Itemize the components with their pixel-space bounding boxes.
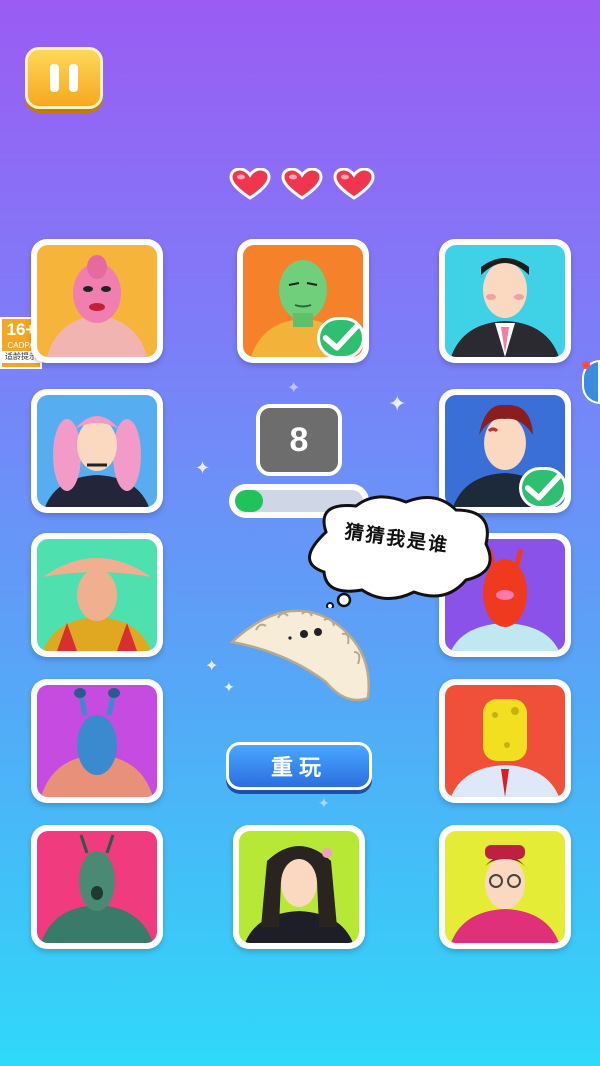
pause-icon-bar — [69, 64, 78, 92]
character-card-suit-man[interactable] — [439, 239, 571, 363]
progress-fill — [235, 490, 264, 512]
correct-check-badge — [317, 317, 365, 359]
question-counter: 8 — [256, 404, 342, 476]
character-card-snail-man[interactable] — [31, 679, 163, 803]
check-icon — [524, 474, 562, 501]
check-icon — [322, 324, 360, 351]
character-portrait — [445, 685, 565, 797]
character-card-green-bald-man[interactable] — [237, 239, 369, 363]
character-portrait — [37, 395, 157, 507]
character-portrait — [37, 539, 157, 651]
pause-button[interactable] — [25, 47, 103, 109]
character-portrait — [37, 831, 157, 943]
character-card-wide-head-man[interactable] — [31, 533, 163, 657]
character-portrait — [445, 245, 565, 357]
character-card-pink-hair-guy[interactable] — [31, 239, 163, 363]
character-card-long-hair-man[interactable] — [233, 825, 365, 949]
heart-icon — [229, 168, 271, 200]
sparkle-decoration: ✦ — [287, 378, 301, 397]
character-card-antenna-man[interactable] — [31, 825, 163, 949]
correct-check-badge — [519, 467, 567, 509]
sparkle-decoration: ✦ — [205, 656, 219, 675]
character-card-yellow-sponge-man[interactable] — [439, 679, 571, 803]
heart-icon — [333, 168, 375, 200]
sparkle-decoration: ✦ — [195, 458, 211, 479]
heart-icon — [281, 168, 323, 200]
character-card-pink-braids-man[interactable] — [31, 389, 163, 513]
dumpling-character — [229, 609, 370, 702]
character-portrait — [445, 831, 565, 943]
replay-button[interactable]: 重玩 — [226, 742, 372, 790]
character-card-glasses-man[interactable] — [439, 825, 571, 949]
character-portrait — [239, 831, 359, 943]
character-portrait — [37, 685, 157, 797]
sparkle-decoration: ✦ — [318, 796, 330, 812]
sparkle-decoration: ✦ — [388, 392, 407, 417]
lives-hearts — [229, 168, 375, 200]
pause-icon-bar — [50, 64, 59, 92]
notification-dot — [582, 361, 590, 369]
character-portrait — [37, 245, 157, 357]
